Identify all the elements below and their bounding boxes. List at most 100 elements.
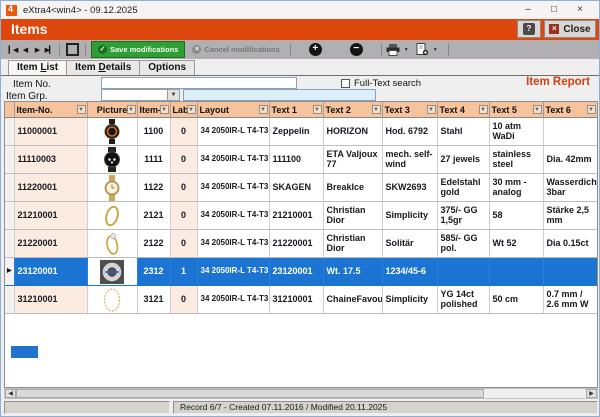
cell-layout[interactable]: 34 2050IR-L T4-T3 [197,230,269,258]
cell-layout[interactable]: 34 2050IR-L T4-T3 [197,174,269,202]
cell-item_no[interactable]: 11110003 [14,146,87,174]
cell-text5[interactable]: stainless steel [489,146,543,174]
column-header-item_c[interactable]: Item-C▼ [137,102,170,118]
chevron-down-icon[interactable]: ▼ [167,90,179,100]
tab-options[interactable]: Options [139,60,195,75]
report-dropdown-icon[interactable]: ▼ [433,47,438,53]
table-row-selected[interactable]: ▶231200012312134 2050IR-L T4-T323120001W… [5,258,597,286]
column-header-text5[interactable]: Text 5▼ [489,102,543,118]
cell-item_c[interactable]: 2122 [137,230,170,258]
cell-text2[interactable]: ETA Valjoux 77 [323,146,382,174]
filter-icon[interactable]: ▼ [127,105,136,114]
column-header-label[interactable]: Label▼ [170,102,197,118]
filter-icon[interactable]: ▼ [77,105,86,114]
item-picture[interactable] [87,118,137,146]
cell-item_no[interactable]: 11220001 [14,174,87,202]
cell-text6[interactable]: Dia. 42mm [543,146,597,174]
cancel-modifications-button[interactable]: × Cancel modifications [186,42,285,57]
row-marker[interactable] [5,146,14,174]
cell-item_c[interactable]: 3121 [137,286,170,314]
cell-layout[interactable]: 34 2050IR-L T4-T3 [197,202,269,230]
column-header-text3[interactable]: Text 3▼ [382,102,437,118]
cell-text5[interactable]: Wt 52 [489,230,543,258]
table-row[interactable]: 312100013121034 2050IR-L T4-T331210001Ch… [5,286,597,314]
item-picture[interactable] [87,230,137,258]
cell-item_no[interactable]: 31210001 [14,286,87,314]
cell-text5[interactable]: 30 mm - analog [489,174,543,202]
cell-layout[interactable]: 34 2050IR-L T4-T3 [197,258,269,286]
row-marker[interactable] [5,118,14,146]
cell-text6[interactable] [543,258,597,286]
next-record-button[interactable]: ▶ [31,42,43,57]
cell-text4[interactable]: YG 14ct polished [437,286,489,314]
cell-text1[interactable]: SKAGEN [269,174,323,202]
maximize-icon[interactable]: □ [541,2,567,18]
cell-label[interactable]: 0 [170,286,197,314]
first-record-button[interactable]: ▎◀ [7,42,19,57]
add-record-button[interactable]: + [309,43,322,56]
cell-text3[interactable]: SKW2693 [382,174,437,202]
item-no-input[interactable] [101,77,297,89]
tab-item-details[interactable]: Item Details [66,60,140,75]
cell-item_no[interactable]: 21220001 [14,230,87,258]
cell-text3[interactable]: 1234/45-6 [382,258,437,286]
item-picture[interactable] [87,146,137,174]
table-row[interactable]: 11220001 1122034 2050IR-L T4-T3SKAGENBrea… [5,174,597,202]
item-picture[interactable] [87,286,137,314]
cell-layout[interactable]: 34 2050IR-L T4-T3 [197,286,269,314]
cell-text4[interactable]: Stahl [437,118,489,146]
fulltext-search-checkbox[interactable] [341,79,350,88]
cell-label[interactable]: 0 [170,174,197,202]
cell-text1[interactable]: Zeppelin [269,118,323,146]
cell-label[interactable]: 0 [170,118,197,146]
cell-text1[interactable]: 23120001 [269,258,323,286]
column-header-layout[interactable]: Layout▼ [197,102,269,118]
cell-item_c[interactable]: 1122 [137,174,170,202]
filter-icon[interactable]: ▼ [313,105,322,114]
scroll-right-icon[interactable]: ▶ [586,389,597,398]
cell-text6[interactable]: 0.7 mm / 2.6 mm W [543,286,597,314]
row-marker[interactable] [5,230,14,258]
cell-text6[interactable] [543,118,597,146]
cell-text4[interactable]: 585/- GG pol. [437,230,489,258]
cell-text4[interactable] [437,258,489,286]
cell-text6[interactable]: Wasserdicht 3bar [543,174,597,202]
cell-text4[interactable]: 375/- GG 1,5gr [437,202,489,230]
row-marker[interactable] [5,174,14,202]
cell-text2[interactable]: Christian Dior [323,230,382,258]
cell-item_no[interactable]: 21210001 [14,202,87,230]
cell-text5[interactable]: 58 [489,202,543,230]
cell-text4[interactable]: Edelstahl gold [437,174,489,202]
report-button[interactable] [415,42,429,57]
item-picture[interactable] [87,258,137,286]
previous-record-button[interactable]: ◀ [19,42,31,57]
remove-record-button[interactable]: − [350,43,363,56]
cell-text2[interactable]: BreakIce [323,174,382,202]
cell-item_c[interactable]: 2312 [137,258,170,286]
cell-layout[interactable]: 34 2050IR-L T4-T3 [197,146,269,174]
cell-label[interactable]: 1 [170,258,197,286]
column-header-text1[interactable]: Text 1▼ [269,102,323,118]
column-header-item_no[interactable]: Item-No.▼ [14,102,87,118]
row-marker[interactable] [5,202,14,230]
table-row[interactable]: 212100012121034 2050IR-L T4-T321210001Ch… [5,202,597,230]
table-row[interactable]: 111100031111034 2050IR-L T4-T3111100ETA … [5,146,597,174]
print-dropdown-icon[interactable]: ▼ [404,47,409,53]
cell-text2[interactable]: HORIZON [323,118,382,146]
filter-icon[interactable]: ▼ [259,105,268,114]
filter-icon[interactable]: ▼ [187,105,196,114]
cell-text5[interactable] [489,258,543,286]
column-header-text4[interactable]: Text 4▼ [437,102,489,118]
horizontal-scrollbar[interactable]: ◀ ▶ [4,388,598,399]
row-marker[interactable] [5,286,14,314]
item-picture[interactable] [87,202,137,230]
item-grp-select[interactable]: ▼ [101,89,180,101]
scrollbar-thumb[interactable] [16,389,484,398]
filter-icon[interactable]: ▼ [587,105,596,114]
item-picture[interactable] [87,174,137,202]
filter-icon[interactable]: ▼ [427,105,436,114]
cell-item_c[interactable]: 2121 [137,202,170,230]
row-marker[interactable]: ▶ [5,258,14,286]
filter-icon[interactable]: ▼ [533,105,542,114]
window-close-icon[interactable]: × [567,2,593,18]
